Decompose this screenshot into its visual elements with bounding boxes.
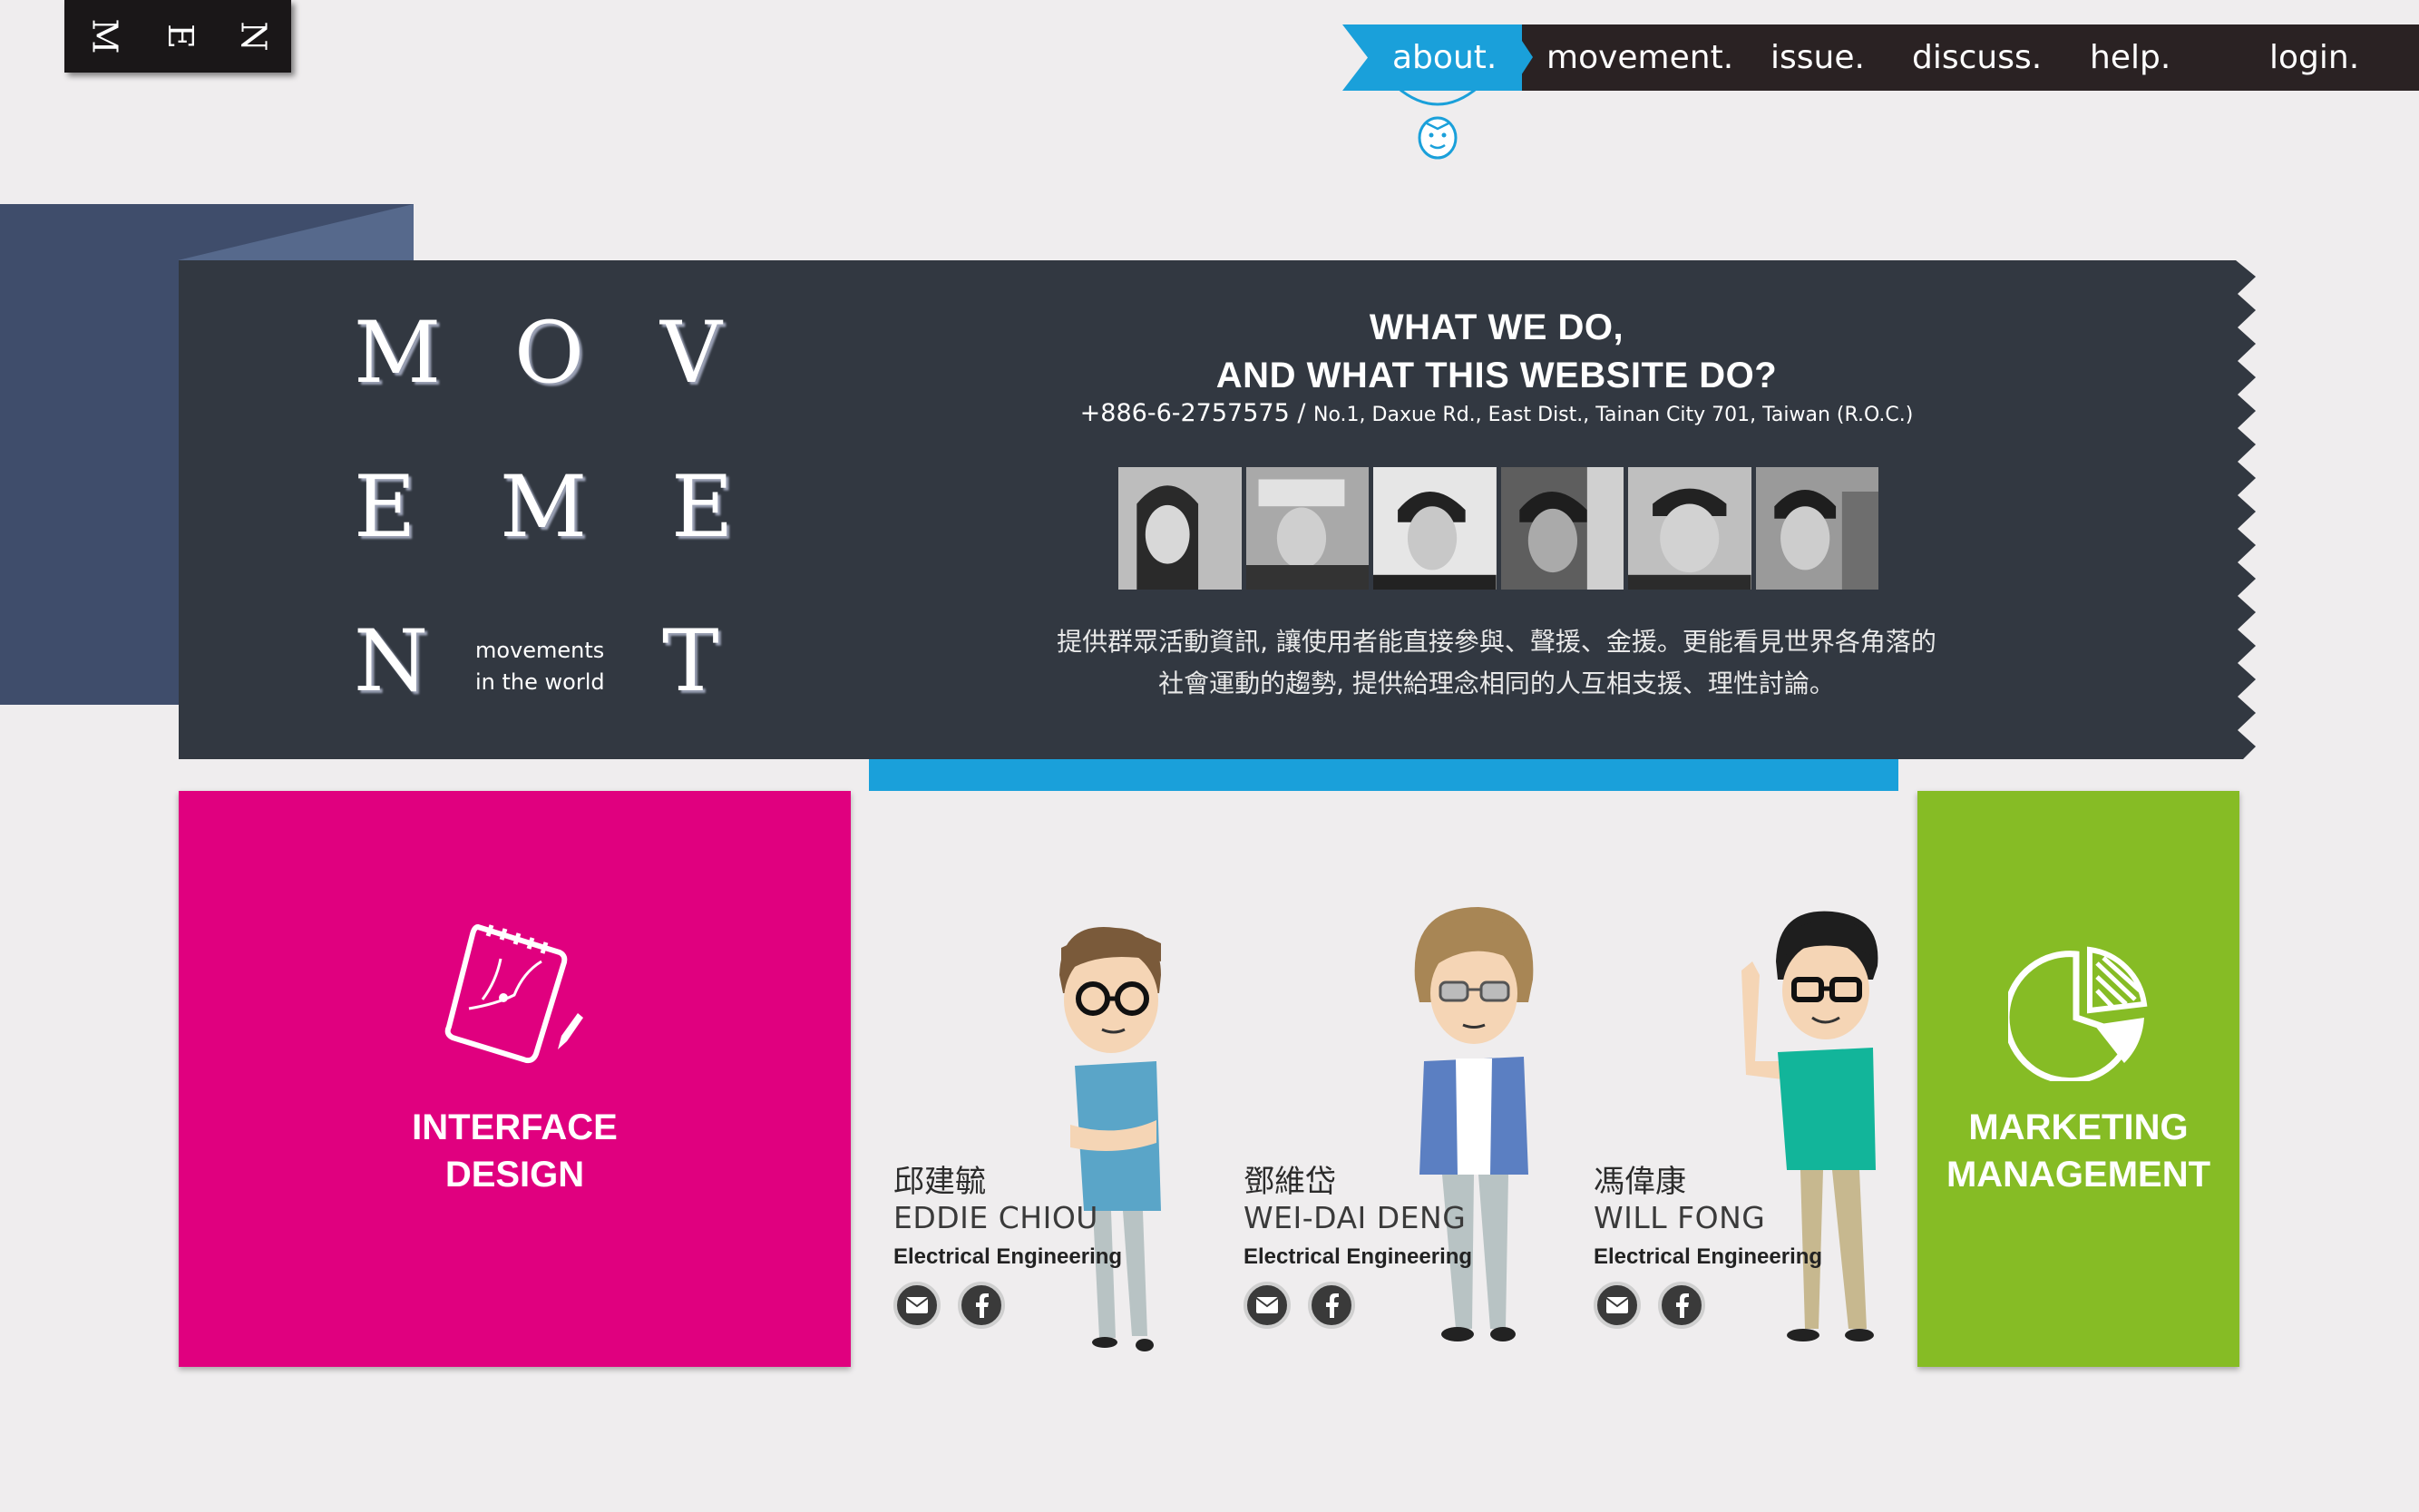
sketchbook-icon (444, 923, 583, 1064)
facebook-icon (1326, 1293, 1339, 1318)
mail-icon (1255, 1297, 1279, 1313)
facebook-button[interactable] (958, 1282, 1005, 1329)
hero-letter: V (660, 304, 722, 403)
contact-info: +886-6-2757575 / No.1, Daxue Rd., East D… (816, 399, 2177, 427)
member-department: Electrical Engineering (1594, 1244, 1823, 1269)
tile-title-line: DESIGN (444, 1155, 585, 1195)
hero-letter: O (514, 304, 585, 403)
team-photo (1628, 467, 1751, 590)
hero-letter: T (662, 612, 719, 711)
team-photo (1373, 467, 1497, 590)
tagline-line: movements (475, 638, 605, 663)
member-name-cn: 邱建毓 (893, 1164, 986, 1200)
intro-line: 社會運動的趨勢, 提供給理念相同的人互相支援、理性討論。 (1158, 668, 1835, 698)
facebook-button[interactable] (1308, 1282, 1355, 1329)
member-name-en: WEI-DAI DENG (1244, 1200, 1467, 1235)
team-photo (1755, 467, 1878, 590)
team-photo-strip (1118, 467, 1878, 590)
site-logo[interactable]: M E N (64, 0, 291, 73)
accent-strip (869, 759, 1898, 791)
member-department: Electrical Engineering (1244, 1244, 1473, 1269)
mail-icon (1605, 1297, 1629, 1313)
nav-about[interactable]: about. (1392, 24, 1497, 91)
facebook-icon (976, 1293, 989, 1318)
hero-letter: E (671, 458, 734, 557)
nav-active-arrow (1511, 24, 1533, 91)
member-avatar-weidai (1414, 907, 1534, 1341)
pie-chart-icon (2008, 946, 2148, 1081)
marketing-management-tile[interactable]: MARKETING MANAGEMENT (1917, 791, 2239, 1367)
mail-icon (905, 1297, 929, 1313)
member-avatar-will (1741, 911, 1878, 1341)
team-photo (1500, 467, 1624, 590)
nav-login[interactable]: login. (2269, 24, 2359, 91)
contact-phone: +886-6-2757575 (1079, 399, 1290, 427)
member-name-cn: 鄧維岱 (1244, 1164, 1336, 1200)
facebook-button[interactable] (1658, 1282, 1705, 1329)
mascot-icon (1396, 85, 1479, 160)
logo-letter-m: M (84, 18, 125, 54)
interface-design-title: INTERFACE DESIGN (179, 1104, 851, 1198)
tile-title-line: INTERFACE (412, 1107, 618, 1147)
member-department: Electrical Engineering (893, 1244, 1123, 1269)
member-name-en: WILL FONG (1594, 1200, 1766, 1235)
headline-line: WHAT WE DO, (1369, 307, 1624, 347)
member-name-en: EDDIE CHIOU (893, 1200, 1098, 1235)
tagline-line: in the world (475, 669, 605, 695)
interface-design-tile[interactable]: INTERFACE DESIGN (179, 791, 851, 1367)
team-photo (1118, 467, 1242, 590)
hero-letter: N (354, 612, 429, 711)
contact-address: No.1, Daxue Rd., East Dist., Tainan City… (1313, 404, 1914, 426)
nav-help[interactable]: help. (2090, 24, 2170, 91)
hero-letter: E (354, 458, 416, 557)
headline-line: AND WHAT THIS WEBSITE DO? (1215, 356, 1778, 395)
tile-title-line: MANAGEMENT (1946, 1155, 2211, 1195)
intro-text: 提供群眾活動資訊, 讓使用者能直接參與、聲援、金援。更能看見世界各角落的 社會運… (998, 621, 1995, 705)
nav-discuss[interactable]: discuss. (1912, 24, 2042, 91)
top-nav (1388, 24, 2419, 91)
section-headline: WHAT WE DO, AND WHAT THIS WEBSITE DO? (907, 304, 2086, 400)
contact-separator: / (1289, 399, 1314, 427)
marketing-management-title: MARKETING MANAGEMENT (1917, 1104, 2239, 1198)
logo-letter-e: E (160, 24, 200, 49)
member-name-cn: 馮偉康 (1594, 1164, 1686, 1200)
nav-issue[interactable]: issue. (1770, 24, 1865, 91)
hero-letter: M (354, 304, 442, 403)
tagline: movements in the world (475, 635, 605, 698)
team-photo (1245, 467, 1369, 590)
member-avatar-eddie (1059, 927, 1161, 1351)
email-button[interactable] (1244, 1282, 1291, 1329)
nav-movement[interactable]: movement. (1546, 24, 1733, 91)
intro-line: 提供群眾活動資訊, 讓使用者能直接參與、聲援、金援。更能看見世界各角落的 (1057, 627, 1936, 657)
email-button[interactable] (893, 1282, 941, 1329)
facebook-icon (1676, 1293, 1689, 1318)
logo-letter-n: N (233, 21, 274, 52)
hero-letter: M (500, 458, 588, 557)
email-button[interactable] (1594, 1282, 1641, 1329)
tile-title-line: MARKETING (1968, 1107, 2189, 1147)
